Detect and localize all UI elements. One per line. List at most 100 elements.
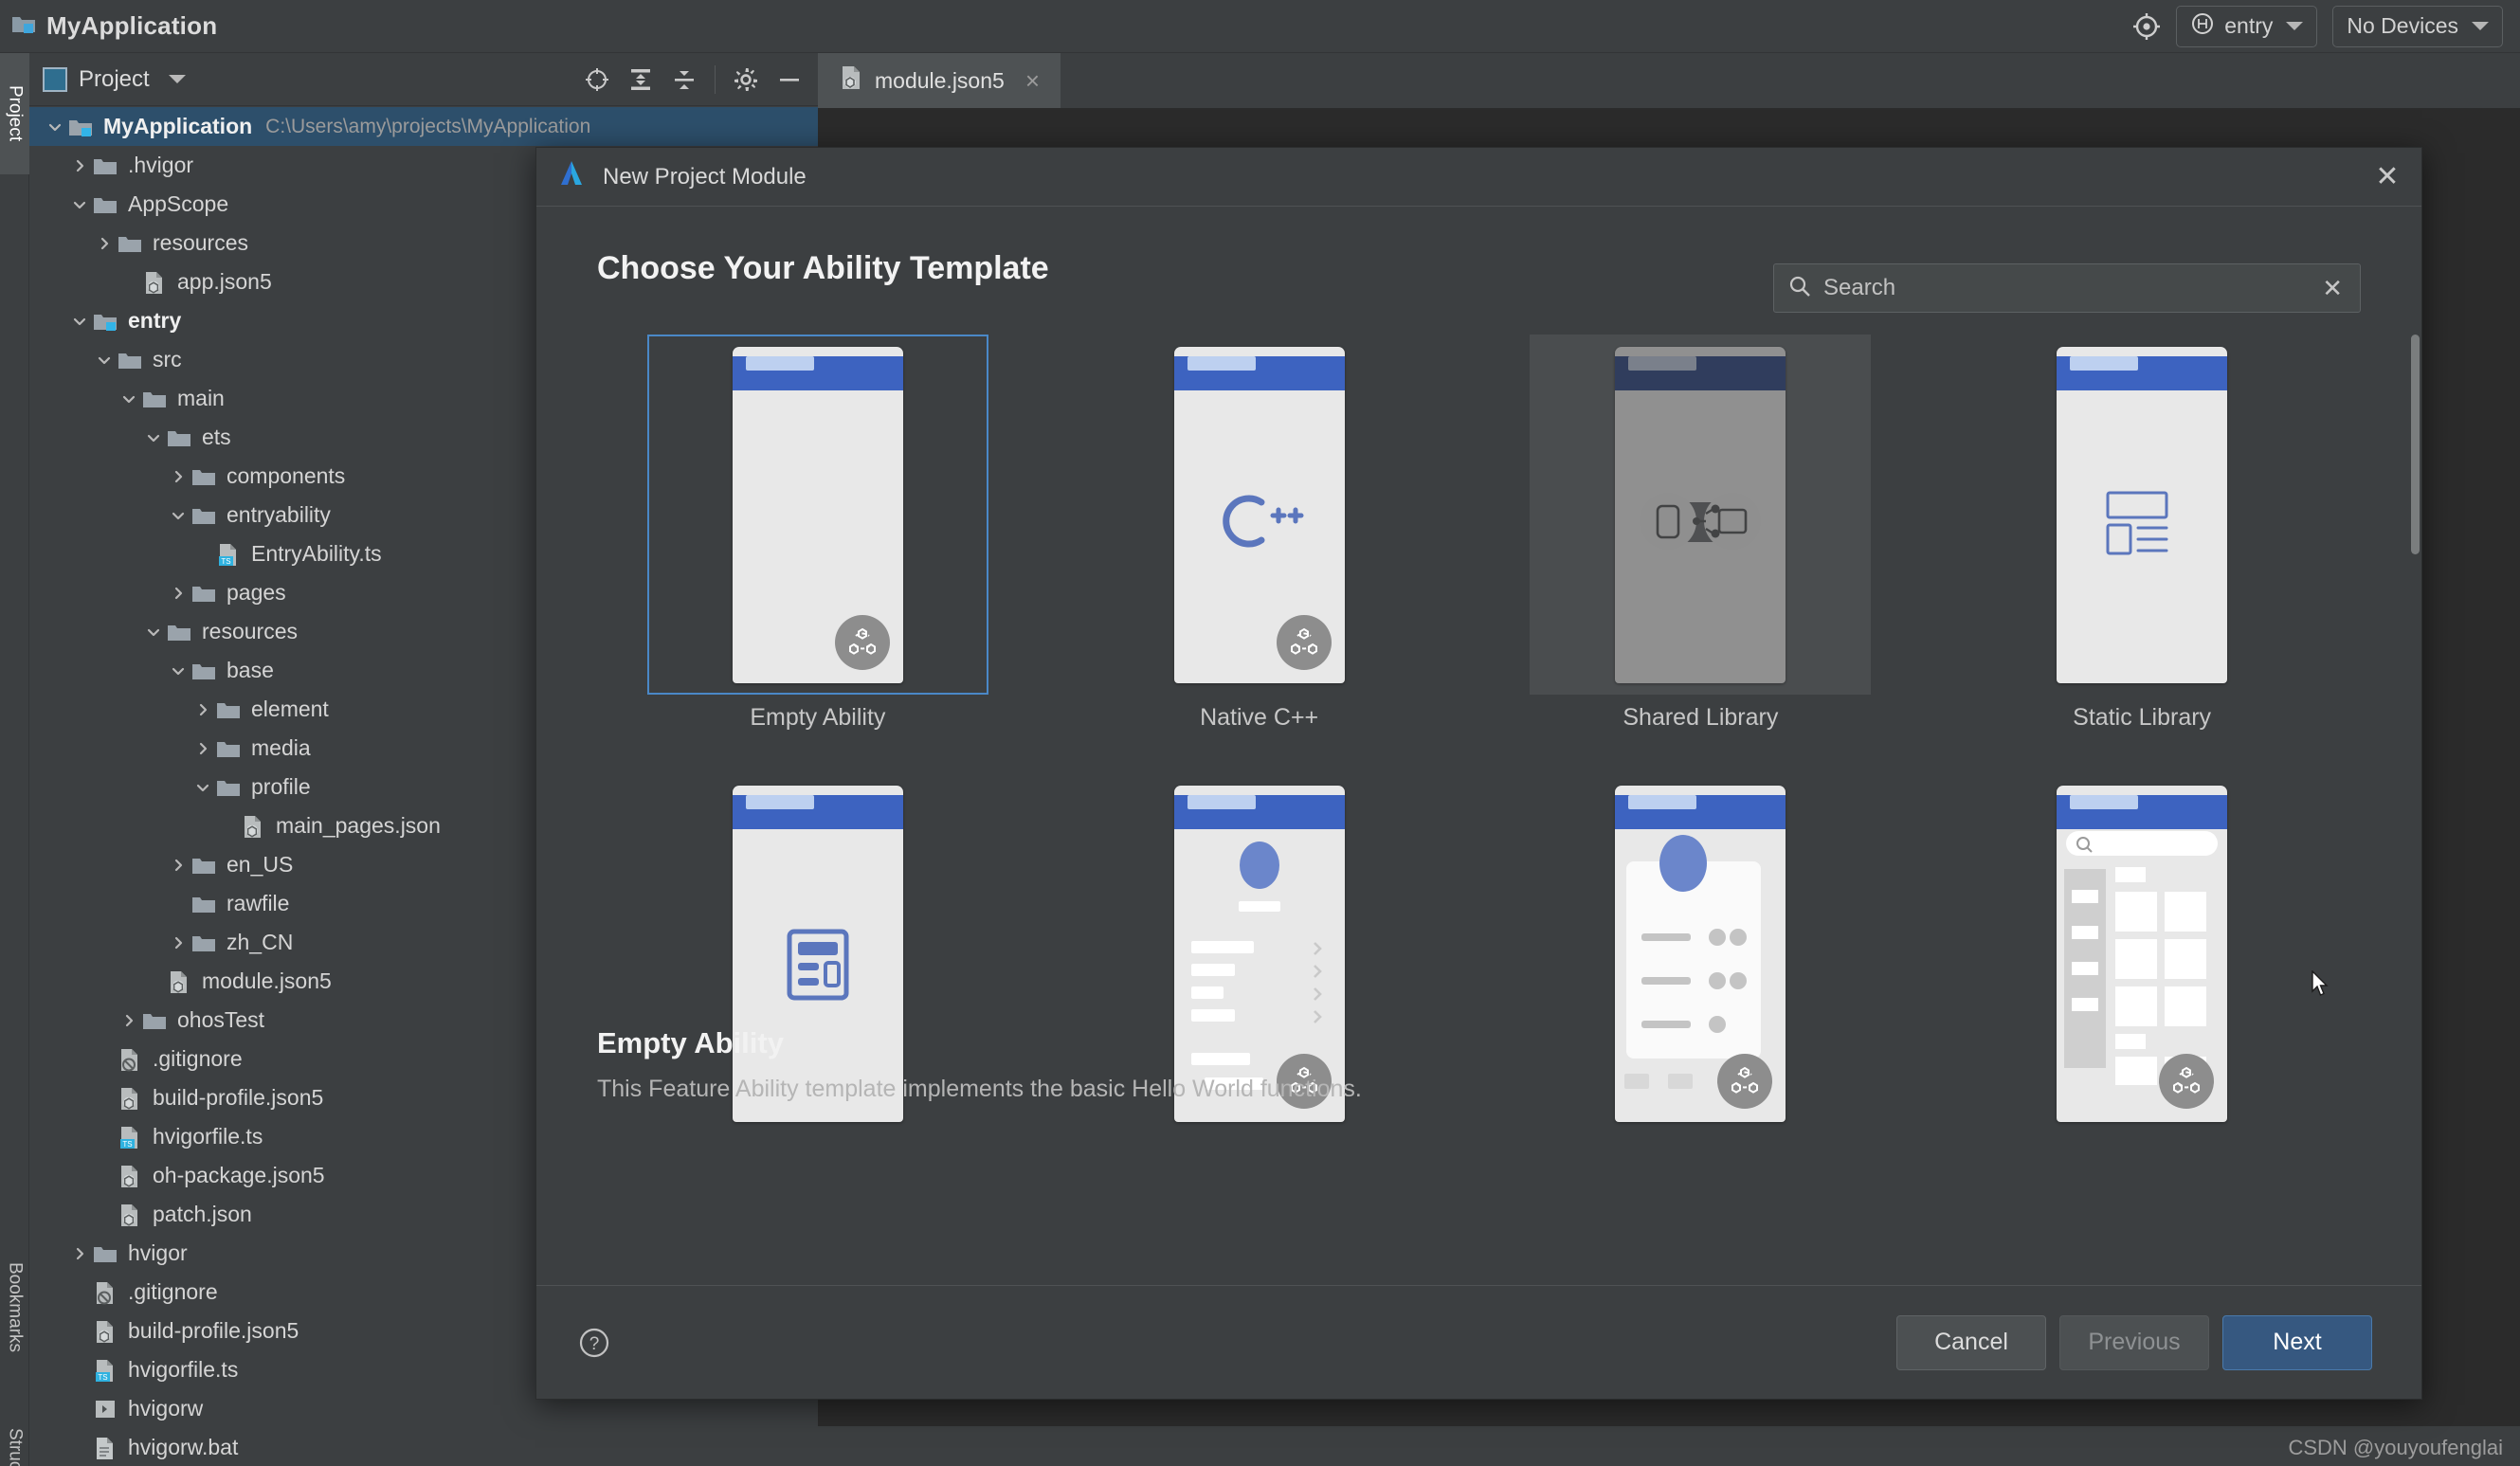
template-phone-mockup [1173,346,1345,683]
chevron-right-icon[interactable] [166,853,190,878]
svg-text:TS: TS [122,1140,132,1149]
template-thumbnail[interactable] [1971,773,2312,1133]
tree-row-label: EntryAbility.ts [251,541,382,566]
sidebar-item-project[interactable]: Project [0,53,29,174]
clear-search-icon[interactable]: ✕ [2318,274,2347,303]
template-card[interactable]: Empty Ability [646,335,988,732]
expand-all-icon[interactable] [627,66,654,93]
mockup-title-pill [2070,794,2139,809]
tree-row-label: entryability [227,502,331,527]
template-card[interactable]: Native C++ [1089,335,1430,732]
chevron-down-icon[interactable] [117,387,141,411]
folder-icon [215,774,242,801]
app-logo-icon [11,11,36,41]
chevron-right-icon[interactable] [92,231,117,256]
harmonyos-badge-icon [834,614,890,670]
tree-row-label: main_pages.json [276,813,441,838]
dialog-title-bar: New Project Module ✕ [536,148,2421,207]
status-bar [818,1426,2520,1466]
folder-icon [166,619,192,645]
tree-row[interactable]: hvigorw.bat [29,1428,818,1466]
template-card-label: Native C++ [1200,704,1319,731]
folder-icon [141,1007,168,1034]
chevron-down-icon[interactable] [43,115,67,139]
chevron-right-icon[interactable] [166,581,190,606]
tree-row-label: .gitignore [128,1279,218,1304]
scrollbar-thumb[interactable] [2411,335,2420,554]
title-bar-left: MyApplication [0,11,217,41]
chevron-down-icon [2286,22,2304,30]
next-button[interactable]: Next [2222,1314,2372,1370]
template-card-label: Static Library [2073,704,2212,731]
json-file-icon [117,1085,143,1112]
tree-row[interactable]: MyApplication C:\Users\amy\projects\MyApp… [29,107,818,146]
gitignore-file-icon [92,1279,118,1306]
chevron-right-icon[interactable] [190,697,215,722]
previous-button[interactable]: Previous [2059,1314,2209,1370]
chevron-right-icon[interactable] [166,931,190,955]
tree-row-label: .hvigor [128,153,194,177]
chevron-down-icon[interactable] [166,503,190,528]
chevron-right-icon[interactable] [117,1008,141,1033]
search-box[interactable]: ✕ [1773,263,2361,313]
template-thumbnail[interactable] [646,335,988,695]
chevron-right-icon[interactable] [166,464,190,489]
sidebar-item-bookmarks[interactable]: Bookmarks [0,1228,29,1387]
template-card[interactable] [1971,773,2312,1143]
tree-row-label: profile [251,774,311,799]
run-configuration-selector[interactable]: entry [2176,5,2318,47]
mockup-title-pill [1187,794,1256,809]
template-card[interactable]: Shared Library [1530,335,1872,732]
folder-icon [190,580,217,606]
template-thumbnail[interactable] [1089,335,1430,695]
module-folder-icon [92,308,118,335]
chevron-down-icon[interactable] [190,775,215,800]
chevron-down-icon[interactable] [67,192,92,217]
template-detail: Empty Ability This Feature Ability templ… [597,1026,2019,1103]
json-file-icon [141,269,168,296]
mouse-cursor [2312,969,2332,999]
help-icon[interactable]: ? [574,1323,614,1363]
chevron-down-icon[interactable] [166,659,190,683]
chevron-down-icon[interactable] [141,620,166,644]
locate-icon[interactable] [584,66,610,93]
device-selector[interactable]: No Devices [2332,5,2503,47]
chevron-right-icon[interactable] [67,154,92,178]
ts-file-icon: TS [92,1357,118,1384]
editor-tab-module-json5[interactable]: module.json5 × [818,53,1061,108]
tree-row-label: build-profile.json5 [128,1318,299,1343]
target-icon[interactable] [2132,12,2161,41]
collapse-all-icon[interactable] [671,66,698,93]
close-icon[interactable]: ✕ [2368,158,2406,196]
cancel-button[interactable]: Cancel [1896,1314,2046,1370]
tree-row-label: base [227,658,274,682]
chevron-right-icon[interactable] [190,736,215,761]
svg-text:?: ? [589,1334,600,1354]
chevron-down-icon[interactable] [67,309,92,334]
folder-icon [215,735,242,762]
template-card[interactable]: Static Library [1971,335,2312,732]
chevron-right-icon[interactable] [67,1241,92,1266]
folder-icon [117,347,143,373]
chevron-down-icon[interactable] [168,75,186,83]
folder-icon [117,230,143,257]
gear-icon[interactable] [733,66,759,93]
close-icon[interactable]: × [1025,66,1040,96]
chevron-down-icon[interactable] [92,348,117,372]
deveco-logo-icon [555,158,588,195]
mockup-title-pill [745,794,814,809]
application-window: MyApplication entry No Devices Project B… [0,0,2520,1466]
dialog-buttons: Cancel Previous Next [1896,1314,2372,1370]
minimize-icon[interactable] [776,66,803,93]
template-grid-scrollbar[interactable] [2410,335,2421,988]
tree-row-label: build-profile.json5 [153,1085,324,1110]
tree-row-label: en_US [227,852,294,877]
title-bar-right: entry No Devices [2132,5,2520,47]
template-thumbnail[interactable] [1971,335,2312,695]
sidebar-item-structure[interactable]: Structure [0,1408,29,1466]
tree-row-label: ohosTest [177,1007,265,1032]
chevron-down-icon[interactable] [141,425,166,450]
search-input[interactable] [1823,275,2319,301]
template-thumbnail[interactable] [1530,335,1872,695]
